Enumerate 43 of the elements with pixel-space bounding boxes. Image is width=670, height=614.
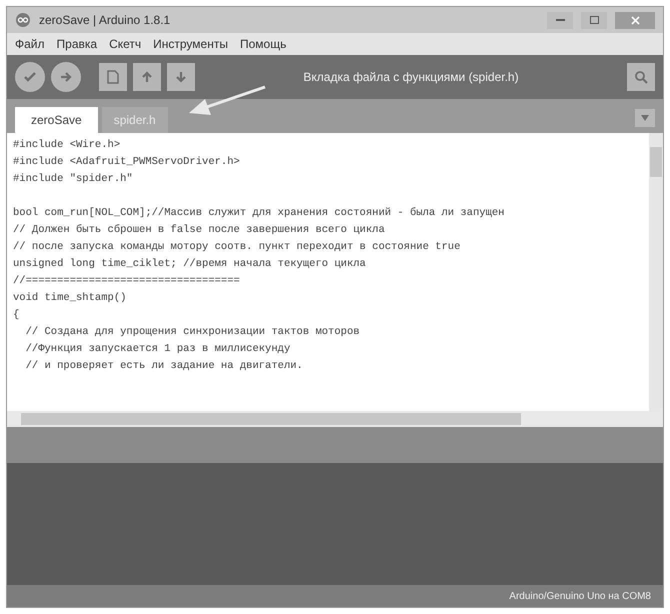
menu-item[interactable]: Правка — [56, 35, 98, 53]
search-icon — [634, 70, 648, 84]
document-icon — [107, 70, 119, 84]
maximize-button[interactable] — [581, 12, 607, 28]
code-line: // и проверяет есть ли задание на двигатели. — [24, 359, 304, 374]
up-arrow-icon — [140, 70, 154, 84]
minimize-button[interactable] — [547, 12, 573, 28]
upload-button[interactable] — [51, 62, 81, 92]
code-line: //================================== — [13, 274, 241, 289]
code-line: #include <Wire.h> — [13, 138, 122, 153]
app-logo-icon — [15, 12, 31, 28]
open-button[interactable] — [133, 63, 161, 91]
code-line: bool com_run[NOL_COM];//Массив служит для хранения состояний - была ли запущен — [13, 206, 506, 221]
code-line: unsigned long time_ciklet; //время начала текущего цикла — [13, 257, 367, 272]
code-line: #include "spider.h" — [13, 172, 134, 187]
code-line: void time_shtamp() — [13, 291, 128, 306]
status-bar-text: Arduino/Genuino Uno на COM8 — [509, 590, 651, 604]
code-line: #include <Adafruit_PWMServoDriver.h> — [13, 155, 241, 170]
close-button[interactable] — [615, 12, 655, 28]
caret-icon — [641, 115, 649, 121]
verify-button[interactable] — [15, 62, 45, 92]
menu-item[interactable]: Инструменты — [153, 35, 228, 53]
code-line: { — [13, 308, 20, 323]
menu-item[interactable]: Помощь — [240, 35, 286, 53]
right-arrow-icon — [59, 70, 73, 84]
annotation-label: Вкладка файла с функциями (spider.h) — [303, 69, 519, 86]
horizontal-scrollbar[interactable] — [7, 411, 663, 427]
vertical-scrollbar[interactable] — [649, 133, 663, 411]
code-line: // после запуска команды мотору соотв. пункт переходит в состояние true — [13, 240, 462, 255]
checkmark-icon — [23, 70, 37, 84]
close-icon — [630, 16, 640, 24]
file-tab[interactable]: zeroSave — [15, 107, 98, 133]
down-arrow-icon — [174, 70, 188, 84]
window-title: zeroSave | Arduino 1.8.1 — [39, 12, 170, 29]
serial-monitor-button[interactable] — [627, 63, 655, 91]
save-button[interactable] — [167, 63, 195, 91]
menu-item[interactable]: Скетч — [109, 35, 142, 53]
tab-menu-button[interactable] — [635, 109, 655, 127]
code-line: // Должен быть сброшен в false после завершения всего цикла — [13, 223, 386, 238]
code-line: // Создана для упрощения синхронизации тактов моторов — [24, 325, 361, 340]
new-button[interactable] — [99, 63, 127, 91]
menu-item[interactable]: Файл — [15, 35, 45, 53]
code-line: //Функция запускается 1 раз в миллисекунду — [24, 342, 292, 357]
